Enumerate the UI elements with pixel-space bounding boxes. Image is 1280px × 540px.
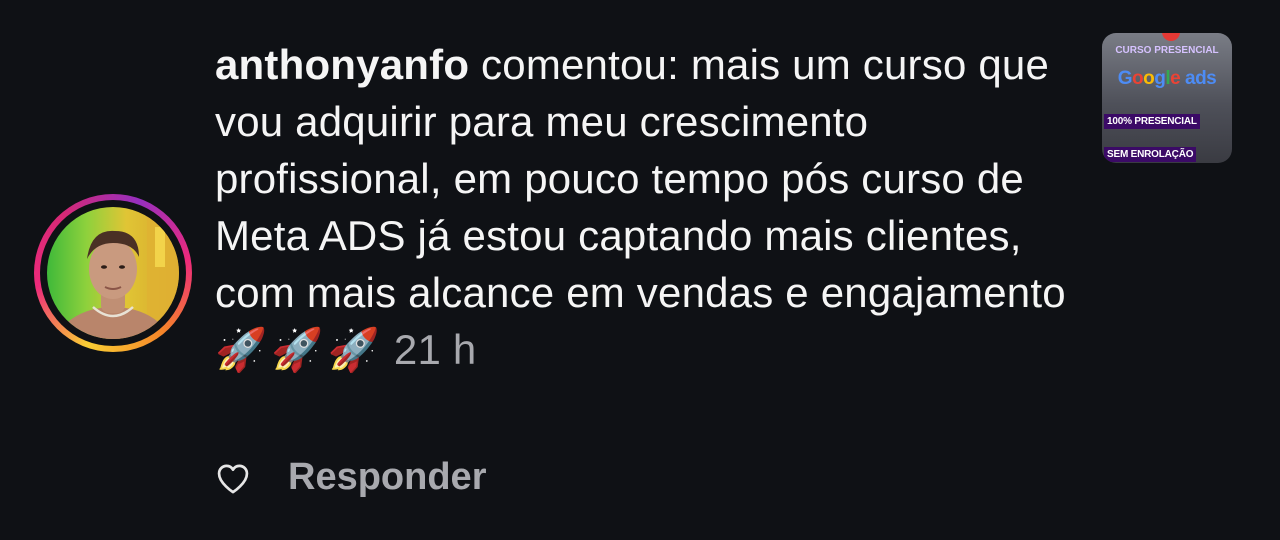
heart-outline-icon[interactable]	[214, 460, 252, 498]
thumbnail-top-text: CURSO PRESENCIAL	[1115, 45, 1219, 56]
thumbnail-brand-word: Google	[1117, 68, 1181, 89]
avatar-ring-gap	[40, 200, 186, 346]
reply-button[interactable]: Responder	[288, 456, 486, 499]
post-thumbnail[interactable]: CURSO PRESENCIAL Google ads 100% PRESENC…	[1102, 33, 1232, 163]
rocket-emojis: 🚀🚀🚀	[215, 326, 384, 373]
thumbnail-brand: Google ads	[1102, 68, 1232, 90]
thumbnail-badge-sem-enrolacao: SEM ENROLAÇÃO	[1104, 147, 1197, 162]
avatar[interactable]	[47, 207, 179, 339]
comment-timestamp: 21 h	[393, 326, 477, 373]
thumbnail-brand-suffix: ads	[1185, 68, 1217, 89]
avatar-story-ring[interactable]	[34, 194, 192, 352]
comment-username[interactable]: anthonyanfo	[215, 41, 469, 88]
thumbnail-badge-presencial: 100% PRESENCIAL	[1104, 114, 1200, 129]
comment-text: anthonyanfo comentou: mais um curso que …	[215, 36, 1075, 378]
